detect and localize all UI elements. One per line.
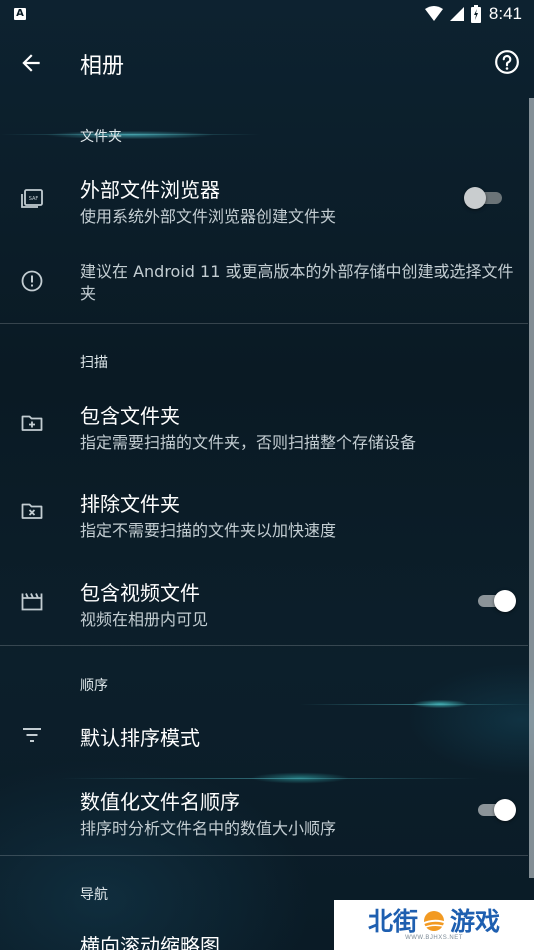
page-title: 相册 — [80, 54, 125, 79]
signal-icon — [449, 7, 464, 21]
folder-add-icon — [21, 415, 43, 431]
status-bar: A 8:41 — [0, 0, 534, 28]
include-folders-subtitle: 指定需要扫描的文件夹，否则扫描整个存储设备 — [80, 433, 417, 452]
include-videos-title: 包含视频文件 — [80, 581, 200, 605]
external-browser-subtitle: 使用系统外部文件浏览器创建文件夹 — [80, 207, 337, 226]
exclude-folders-subtitle: 指定不需要扫描的文件夹以加快速度 — [80, 521, 337, 540]
info-exclamation-icon — [21, 270, 43, 292]
status-time: 8:41 — [488, 4, 522, 23]
include-videos-toggle[interactable] — [474, 589, 516, 613]
numeric-names-toggle[interactable] — [474, 798, 516, 822]
section-header-order: 顺序 — [80, 678, 108, 694]
external-browser-toggle[interactable] — [464, 186, 506, 210]
include-videos-subtitle: 视频在相册内可见 — [80, 610, 209, 629]
notification-a-icon: A — [14, 8, 26, 20]
help-icon[interactable] — [494, 49, 520, 75]
section-header-folders: 文件夹 — [80, 129, 122, 145]
section-header-scan: 扫描 — [80, 355, 108, 371]
android11-notice: 建议在 Android 11 或更高版本的外部存储中创建或选择文件夹 — [80, 262, 514, 303]
movie-clapper-icon — [21, 593, 43, 611]
app-bar: 相册 — [0, 28, 534, 98]
divider — [0, 645, 528, 646]
sort-filter-icon — [23, 728, 41, 742]
numeric-names-subtitle: 排序时分析文件名中的数值大小顺序 — [80, 819, 337, 838]
include-folders-title: 包含文件夹 — [80, 404, 180, 428]
watermark-url: WWW.BJHXS.NET — [405, 935, 463, 941]
watermark-logo: 北街 游戏 WWW.BJHXS.NET — [334, 900, 534, 950]
default-sort-title: 默认排序模式 — [80, 726, 200, 750]
saf-folder-icon: SAF — [21, 189, 43, 208]
divider — [0, 855, 528, 856]
sun-logo-icon — [421, 911, 448, 931]
watermark-text-1: 北街 — [367, 907, 418, 936]
svg-text:SAF: SAF — [29, 196, 39, 202]
external-browser-title: 外部文件浏览器 — [80, 178, 220, 202]
horizontal-scroll-title: 横向滚动缩略图 — [80, 934, 220, 950]
battery-icon — [470, 5, 481, 23]
exclude-folders-title: 排除文件夹 — [80, 492, 180, 516]
numeric-names-title: 数值化文件名顺序 — [80, 790, 240, 814]
watermark-text-2: 游戏 — [450, 907, 501, 936]
folder-remove-icon — [21, 503, 43, 519]
back-arrow-icon[interactable] — [18, 50, 44, 76]
section-header-navigation: 导航 — [80, 887, 108, 903]
wifi-icon — [424, 6, 443, 21]
scrollbar[interactable] — [529, 98, 534, 878]
divider — [0, 323, 528, 324]
